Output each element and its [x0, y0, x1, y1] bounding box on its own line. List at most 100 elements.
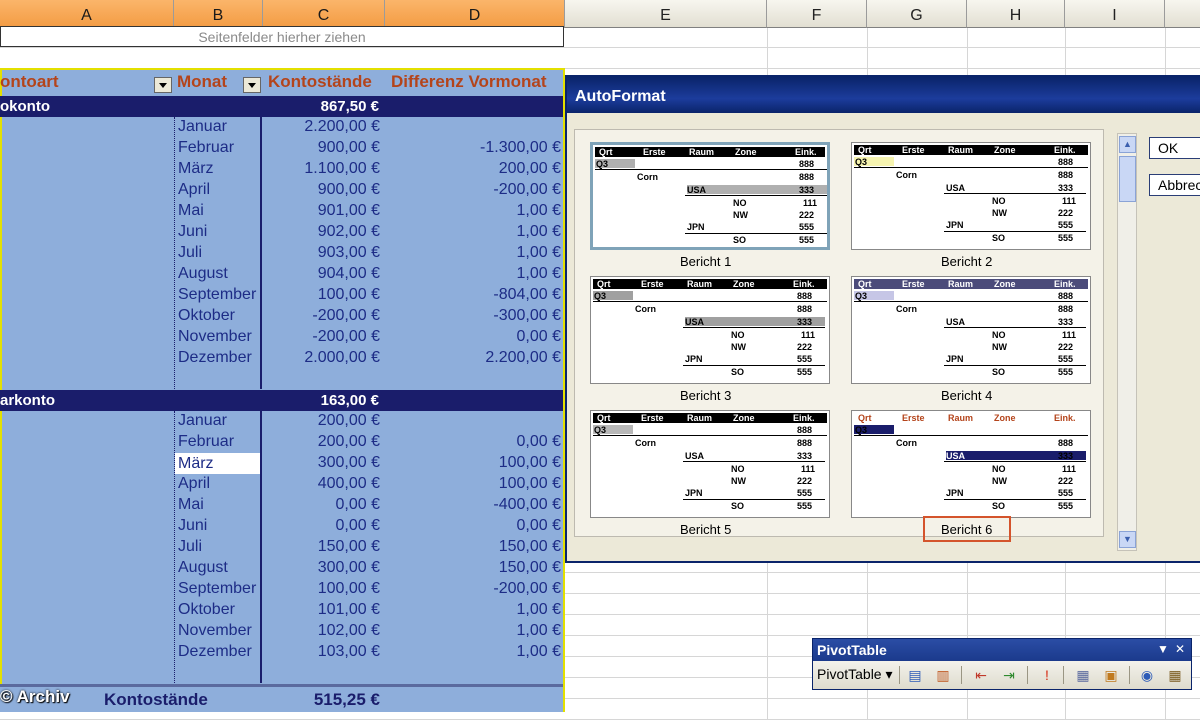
column-header-a[interactable]: A — [0, 0, 174, 28]
difference-cell[interactable]: 1,00 € — [517, 622, 561, 640]
toolbar-close-icon[interactable]: ✕ — [1175, 642, 1185, 656]
balance-cell[interactable]: 101,00 € — [318, 601, 380, 619]
balance-cell[interactable]: 200,00 € — [318, 412, 380, 430]
balance-cell[interactable]: 1.100,00 € — [304, 160, 380, 178]
balance-cell[interactable]: 400,00 € — [318, 475, 380, 493]
difference-cell[interactable]: -400,00 € — [493, 496, 561, 514]
pivot-row[interactable]: August 300,00 € 150,00 € — [0, 558, 563, 579]
scroll-thumb[interactable] — [1119, 156, 1136, 202]
report-caption[interactable]: Bericht 2 — [941, 254, 992, 269]
pivot-row[interactable]: April 400,00 € 100,00 € — [0, 474, 563, 495]
difference-cell[interactable]: 0,00 € — [517, 517, 561, 535]
autoformat-option-2[interactable]: Qrt Erste Raum Zone Eink. Q3 888 Corn 888 USA 333 N… — [851, 142, 1091, 250]
column-header-f[interactable]: F — [767, 0, 867, 28]
difference-cell[interactable]: 200,00 € — [499, 160, 561, 178]
column-header-g[interactable]: G — [867, 0, 967, 28]
dialog-title[interactable]: AutoFormat — [567, 77, 1200, 113]
column-header-j[interactable] — [1165, 0, 1200, 28]
balance-cell[interactable]: 300,00 € — [318, 454, 380, 472]
month-cell[interactable]: April — [178, 181, 210, 199]
difference-cell[interactable]: 150,00 € — [499, 538, 561, 556]
autoformat-option-6[interactable]: Qrt Erste Raum Zone Eink. Q3 888 Corn 888 USA 333 N… — [851, 410, 1091, 518]
month-cell[interactable]: Februar — [178, 139, 234, 157]
pivot-row[interactable]: November 102,00 € 1,00 € — [0, 621, 563, 642]
month-cell[interactable]: März — [175, 453, 261, 474]
month-cell[interactable]: Juli — [178, 244, 202, 262]
pivot-row[interactable]: Mai 0,00 € -400,00 € — [0, 495, 563, 516]
balance-cell[interactable]: 900,00 € — [318, 139, 380, 157]
difference-cell[interactable]: 1,00 € — [517, 601, 561, 619]
data-header-difference[interactable]: Differenz Vormonat — [391, 72, 547, 92]
autoformat-option-5[interactable]: Qrt Erste Raum Zone Eink. Q3 888 Corn 888 USA 333 N… — [590, 410, 830, 518]
account-type-dropdown-button[interactable] — [154, 77, 172, 93]
pivot-row[interactable]: Februar 200,00 € 0,00 € — [0, 432, 563, 453]
column-header-d[interactable]: D — [385, 0, 565, 28]
month-cell[interactable]: Mai — [178, 202, 204, 220]
pivot-row[interactable]: Januar 2.200,00 € — [0, 117, 563, 138]
month-cell[interactable]: August — [178, 265, 228, 283]
autoformat-option-1[interactable]: Qrt Erste Raum Zone Eink. Q3 888 Corn 888 USA 333 N… — [590, 142, 830, 250]
group-row[interactable]: okonto 867,50 € — [0, 96, 563, 117]
balance-cell[interactable]: 901,00 € — [318, 202, 380, 220]
difference-cell[interactable]: -1.300,00 € — [480, 139, 561, 157]
pivot-row[interactable]: Juli 150,00 € 150,00 € — [0, 537, 563, 558]
difference-cell[interactable]: -804,00 € — [493, 286, 561, 304]
balance-cell[interactable]: 200,00 € — [318, 433, 380, 451]
column-header-b[interactable]: B — [174, 0, 263, 28]
ok-button[interactable]: OK — [1149, 137, 1200, 159]
balance-cell[interactable]: 150,00 € — [318, 538, 380, 556]
balance-cell[interactable]: 0,00 € — [336, 496, 380, 514]
balance-cell[interactable]: 0,00 € — [336, 517, 380, 535]
month-cell[interactable]: September — [178, 580, 256, 598]
difference-cell[interactable]: 0,00 € — [517, 328, 561, 346]
month-cell[interactable]: Oktober — [178, 307, 235, 325]
pivot-row[interactable]: Dezember 103,00 € 1,00 € — [0, 642, 563, 663]
pivot-row[interactable]: Dezember 2.000,00 € 2.200,00 € — [0, 348, 563, 369]
month-cell[interactable]: Januar — [178, 412, 227, 430]
scroll-up-icon[interactable]: ▲ — [1119, 136, 1136, 153]
balance-cell[interactable]: 2.000,00 € — [304, 349, 380, 367]
pivot-row[interactable]: April 900,00 € -200,00 € — [0, 180, 563, 201]
balance-cell[interactable]: 300,00 € — [318, 559, 380, 577]
difference-cell[interactable]: 1,00 € — [517, 223, 561, 241]
scroll-down-icon[interactable]: ▼ — [1119, 531, 1136, 548]
pivot-row[interactable]: Januar 200,00 € — [0, 411, 563, 432]
month-cell[interactable]: November — [178, 328, 252, 346]
report-caption[interactable]: Bericht 4 — [941, 388, 992, 403]
grand-total-row[interactable]: Kontostände 515,25 € — [0, 684, 563, 712]
field-header-account-type[interactable]: ontoart — [0, 72, 59, 92]
autoformat-option-4[interactable]: Qrt Erste Raum Zone Eink. Q3 888 Corn 888 USA 333 N… — [851, 276, 1091, 384]
difference-cell[interactable]: 1,00 € — [517, 643, 561, 661]
balance-cell[interactable]: -200,00 € — [312, 328, 380, 346]
pivot-row[interactable]: Juli 903,00 € 1,00 € — [0, 243, 563, 264]
group-row[interactable]: arkonto 163,00 € — [0, 390, 563, 411]
field-header-month[interactable]: Monat — [177, 72, 227, 92]
month-dropdown-button[interactable] — [243, 77, 261, 93]
balance-cell[interactable]: 100,00 € — [318, 286, 380, 304]
pivot-row[interactable]: Juni 0,00 € 0,00 € — [0, 516, 563, 537]
difference-cell[interactable]: 2.200,00 € — [485, 349, 561, 367]
show-detail-icon[interactable]: ⇥ — [999, 665, 1019, 685]
chart-wizard-icon[interactable]: ▥ — [933, 665, 953, 685]
month-cell[interactable]: Mai — [178, 496, 204, 514]
month-cell[interactable]: Dezember — [178, 643, 252, 661]
month-cell[interactable]: Juni — [178, 517, 207, 535]
table-options-icon[interactable]: ▣ — [1101, 665, 1121, 685]
month-cell[interactable]: Januar — [178, 118, 227, 136]
report-caption[interactable]: Bericht 3 — [680, 388, 731, 403]
format-report-icon[interactable]: ▤ — [905, 665, 925, 685]
pivot-row[interactable]: September 100,00 € -804,00 € — [0, 285, 563, 306]
column-header-h[interactable]: H — [967, 0, 1065, 28]
page-field-drop-zone[interactable]: Seitenfelder hierher ziehen — [0, 26, 564, 47]
month-cell[interactable]: Juni — [178, 223, 207, 241]
pivot-row[interactable]: August 904,00 € 1,00 € — [0, 264, 563, 285]
data-header-balances[interactable]: Kontostände — [268, 72, 372, 92]
difference-cell[interactable]: 1,00 € — [517, 244, 561, 262]
month-cell[interactable]: Dezember — [178, 349, 252, 367]
balance-cell[interactable]: 2.200,00 € — [304, 118, 380, 136]
pivot-row[interactable]: Mai 901,00 € 1,00 € — [0, 201, 563, 222]
pivot-row[interactable]: März 300,00 € 100,00 € — [0, 453, 563, 474]
balance-cell[interactable]: -200,00 € — [312, 307, 380, 325]
difference-cell[interactable]: 1,00 € — [517, 202, 561, 220]
pivot-row[interactable]: März 1.100,00 € 200,00 € — [0, 159, 563, 180]
